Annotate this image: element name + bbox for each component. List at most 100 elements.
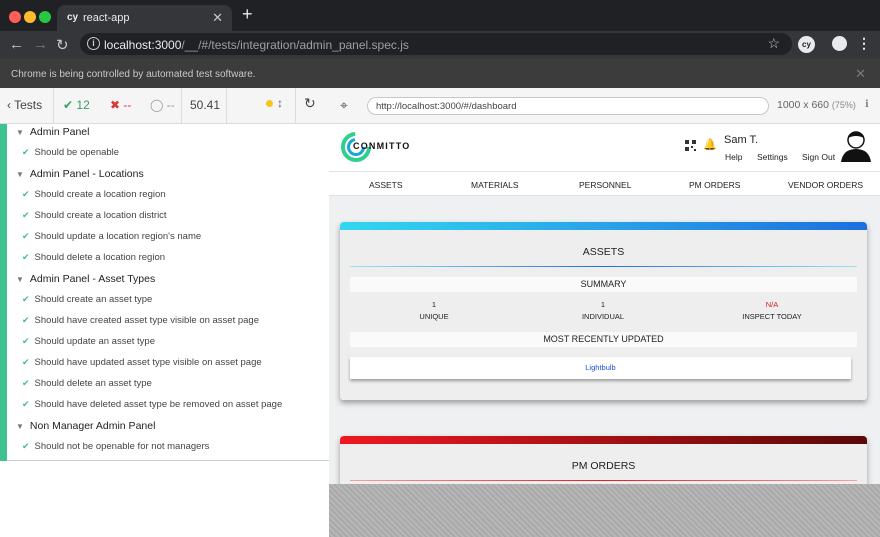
minimize-window-button[interactable] [24,11,36,23]
passed-check-icon: ✔ [22,189,30,199]
assets-card-title: ASSETS [582,246,625,258]
address-bar[interactable]: i localhost:3000/__/#/tests/integration/… [80,33,792,55]
dashboard: ASSETS SUMMARY 1 UNIQUE 1 INDIVIDUAL N/A… [329,196,880,484]
test-item[interactable]: ✔ Should update a location region's name [22,231,201,242]
collapse-triangle-icon[interactable]: ▼ [16,170,24,179]
autoscroll-toggle-icon[interactable]: ↕ [277,96,283,110]
passed-check-icon: ✔ [22,315,30,325]
pm-card-title: PM ORDERS [571,460,636,472]
test-item[interactable]: ✔ Should update an asset type [22,336,155,347]
passed-check-icon: ✔ [22,231,30,241]
viewport-info-icon[interactable]: ℹ [865,99,869,110]
assets-card: ASSETS SUMMARY 1 UNIQUE 1 INDIVIDUAL N/A… [340,222,867,400]
close-window-button[interactable] [9,11,21,23]
app-nav: ASSETS MATERIALS PERSONNEL PM ORDERS VEN… [329,172,880,196]
automation-infobar: Chrome is being controlled by automated … [0,59,880,88]
test-item[interactable]: ✔ Should have created asset type visible … [22,315,259,326]
nav-vendor-orders[interactable]: VENDOR ORDERS [788,180,863,190]
suite-item[interactable]: ▼ Admin Panel - Asset Types [16,273,155,285]
test-title: Should create a location district [34,210,167,221]
info-icon[interactable]: i [87,37,100,50]
suite-item[interactable]: ▼ Admin Panel [16,126,89,138]
qr-code-icon[interactable] [685,140,696,151]
user-avatar-icon[interactable] [841,130,871,162]
back-to-tests-button[interactable]: ‹ Tests [7,98,42,112]
forward-arrow-icon[interactable]: → [33,36,48,53]
recent-item-link[interactable]: Lightbulb [350,357,851,379]
account-icon[interactable] [832,36,847,51]
summary-heading: SUMMARY [350,277,857,292]
pending-circle-icon: ◯ [150,98,167,112]
test-title: Should not be openable for not managers [34,441,210,452]
test-title: Should update an asset type [34,336,155,347]
run-duration: 50.41 [190,98,221,112]
sign-out-link[interactable]: Sign Out [802,152,835,162]
close-infobar-icon[interactable]: ✕ [855,66,866,82]
test-title: Should be openable [34,147,120,158]
test-item[interactable]: ✔ Should have updated asset type visible … [22,357,262,368]
test-item[interactable]: ✔ Should create a location district [22,210,167,221]
recently-updated-heading: MOST RECENTLY UPDATED [350,332,857,347]
failed-count: ✖ -- [110,98,132,112]
collapse-triangle-icon[interactable]: ▼ [16,422,24,431]
browser-menu-icon[interactable]: ⋮ [857,35,871,52]
passed-check-icon: ✔ [22,147,30,157]
suite-item[interactable]: ▼ Non Manager Admin Panel [16,420,155,432]
pending-count: ◯ -- [150,98,175,112]
bookmark-star-icon[interactable]: ☆ [767,35,780,52]
help-link[interactable]: Help [725,152,742,162]
viewport-size: 1000 x 660 (75%) [777,99,856,111]
nav-materials[interactable]: MATERIALS [471,180,519,190]
suite-title: Admin Panel [29,126,90,138]
rerun-icon[interactable]: ↻ [304,95,316,112]
back-arrow-icon[interactable]: ← [9,36,24,53]
test-item[interactable]: ✔ Should create a location region [22,189,166,200]
test-title: Should delete a location region [34,252,166,263]
test-title: Should have created asset type visible o… [34,315,259,326]
reporter-stats-bar: ‹ Tests ✔ 12 ✖ -- ◯ -- 50.41 ↕ ↻ [0,88,329,124]
pm-orders-card: PM ORDERS [340,436,867,484]
cypress-tab-icon: cy [67,12,79,23]
reload-icon[interactable]: ↻ [56,36,69,54]
new-tab-button[interactable]: + [242,4,253,25]
test-item[interactable]: ✔ Should delete a location region [22,252,165,263]
test-item[interactable]: ✔ Should have deleted asset type be remov… [22,399,282,410]
nav-pm-orders[interactable]: PM ORDERS [689,180,740,190]
status-dot-icon [266,100,273,107]
passed-count: ✔ 12 [63,98,90,112]
test-title: Should update a location region's name [34,231,202,242]
test-item[interactable]: ✔ Should create an asset type [22,294,152,305]
assets-card-accent [340,222,867,230]
test-list: ▼ Admin Panel ✔ Should be openable ▼ Admin Pa… [0,124,329,461]
browser-tab[interactable]: cy react-app ✕ [57,5,232,31]
collapse-triangle-icon[interactable]: ▼ [16,128,24,137]
app-header: CONMITTO 🔔 Sam T. Help Settings Sign Out [329,124,880,172]
nav-assets[interactable]: ASSETS [369,180,403,190]
individual-count: 1 [600,300,606,309]
suite-title: Admin Panel - Locations [29,168,144,180]
passed-check-icon: ✔ [22,210,30,220]
settings-link[interactable]: Settings [757,152,788,162]
suite-item[interactable]: ▼ Admin Panel - Locations [16,168,144,180]
test-item[interactable]: ✔ Should not be openable for not managers [22,441,209,452]
close-tab-icon[interactable]: ✕ [212,10,223,26]
passed-check-icon: ✔ [22,378,30,388]
collapse-triangle-icon[interactable]: ▼ [16,275,24,284]
suite-title: Non Manager Admin Panel [29,420,156,432]
zoom-window-button[interactable] [39,11,51,23]
cypress-extension-icon[interactable]: cy [798,36,815,53]
test-item[interactable]: ✔ Should be openable [22,147,119,158]
passed-check-icon: ✔ [22,336,30,346]
notification-bell-icon[interactable]: 🔔 [703,138,717,151]
app-under-test-panel: ⌖ http://localhost:3000/#/dashboard 1000… [329,88,880,537]
user-name: Sam T. [724,134,759,146]
pass-indicator [0,124,7,461]
inspect-today-label: INSPECT TODAY [742,312,802,321]
passed-check-icon: ✔ [22,294,30,304]
test-item[interactable]: ✔ Should delete an asset type [22,378,152,389]
inspect-today-count: N/A [765,300,779,309]
unique-count: 1 [431,300,437,309]
nav-personnel[interactable]: PERSONNEL [579,180,631,190]
address-url: localhost:3000/__/#/tests/integration/ad… [104,38,409,52]
selector-playground-icon[interactable]: ⌖ [340,97,348,114]
